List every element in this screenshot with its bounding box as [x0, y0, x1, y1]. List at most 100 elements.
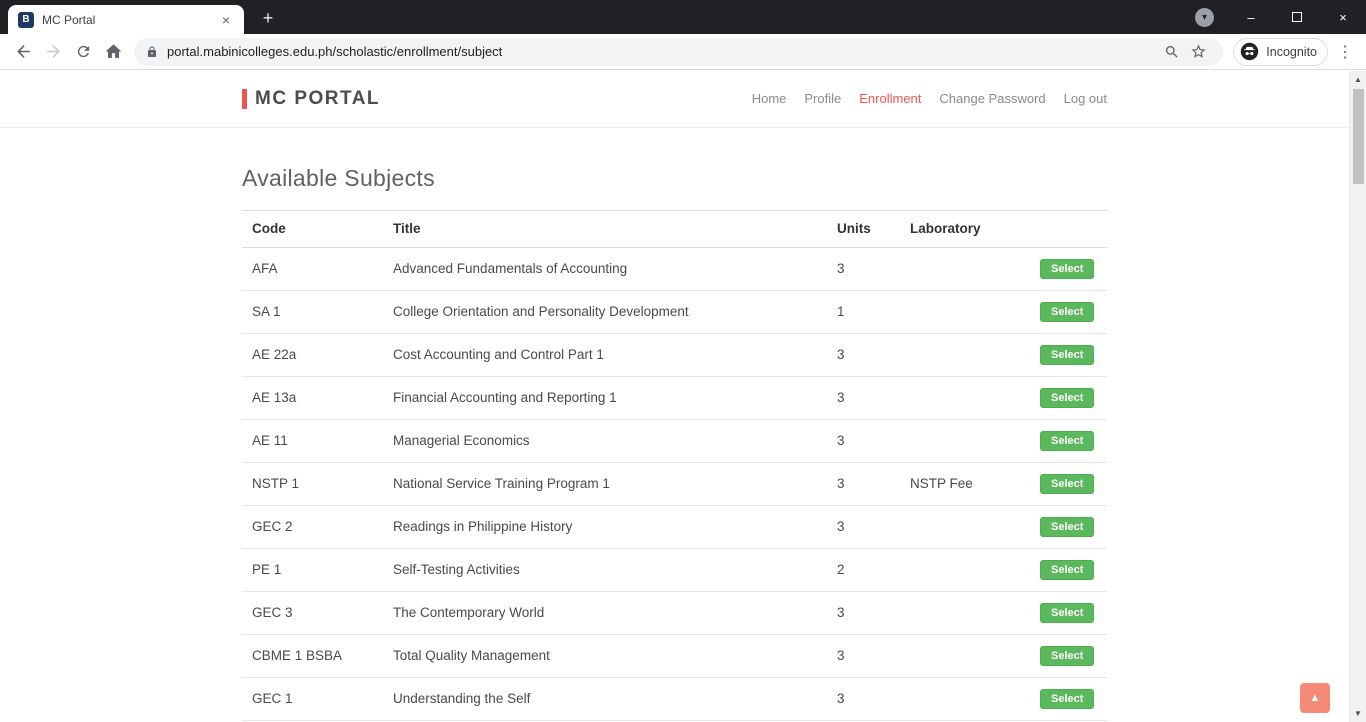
subject-units: 3 [837, 476, 845, 491]
subject-title: National Service Training Program 1 [393, 476, 610, 491]
table-row: SA 1 College Orientation and Personality … [242, 291, 1107, 334]
forward-button[interactable] [38, 37, 68, 67]
select-button[interactable]: Select [1040, 603, 1095, 623]
back-button[interactable] [8, 37, 38, 67]
subject-laboratory [900, 344, 1030, 366]
subject-title: Advanced Fundamentals of Accounting [393, 261, 628, 276]
incognito-label: Incognito [1266, 44, 1317, 59]
table-row: NSTP 1 National Service Training Program … [242, 463, 1107, 506]
header-laboratory: Laboratory [910, 221, 981, 236]
select-cell: Select [1030, 291, 1107, 333]
nav-log-out[interactable]: Log out [1064, 91, 1107, 106]
zoom-button[interactable] [1159, 39, 1185, 65]
nav-home[interactable]: Home [752, 91, 787, 106]
back-icon [16, 45, 30, 58]
select-cell: Select [1030, 334, 1107, 376]
star-icon [1191, 44, 1206, 58]
back-to-top-button[interactable]: ▲ [1300, 683, 1330, 713]
subject-code: CBME 1 BSBA [252, 648, 343, 663]
page-scrollbar[interactable]: ▲ ▼ [1349, 71, 1366, 722]
nav-enrollment[interactable]: Enrollment [859, 91, 921, 106]
select-cell: Select [1030, 377, 1107, 419]
logo-bar-icon [242, 88, 247, 109]
incognito-icon [1241, 42, 1259, 61]
site-logo[interactable]: MC PORTAL [242, 88, 380, 110]
home-icon [105, 44, 121, 58]
select-cell: Select [1030, 420, 1107, 462]
subject-title: Financial Accounting and Reporting 1 [393, 390, 617, 405]
browser-menu-button[interactable]: ⋮ [1332, 42, 1358, 62]
refresh-button[interactable] [68, 37, 98, 67]
select-button[interactable]: Select [1040, 302, 1095, 322]
subject-units: 3 [837, 433, 845, 448]
minimize-button[interactable]: – [1228, 0, 1274, 34]
select-button[interactable]: Select [1040, 388, 1095, 408]
bookmark-star-button[interactable] [1185, 39, 1211, 65]
zoom-icon [1166, 45, 1178, 58]
subject-title: Cost Accounting and Control Part 1 [393, 347, 604, 362]
select-cell: Select [1030, 635, 1107, 677]
select-button[interactable]: Select [1040, 259, 1095, 279]
table-row: AE 11 Managerial Economics 3 Select [242, 420, 1107, 463]
incognito-badge[interactable]: Incognito [1233, 37, 1328, 66]
subject-laboratory [900, 516, 1030, 538]
nav-change-password[interactable]: Change Password [939, 91, 1045, 106]
subject-units: 3 [837, 390, 845, 405]
select-button[interactable]: Select [1040, 689, 1095, 709]
close-button[interactable]: × [1320, 0, 1366, 34]
select-button[interactable]: Select [1040, 517, 1095, 537]
select-button[interactable]: Select [1040, 345, 1095, 365]
select-cell: Select [1030, 463, 1107, 505]
table-row: PE 1 Self-Testing Activities 2 Select [242, 549, 1107, 592]
refresh-icon [77, 45, 89, 58]
new-tab-button[interactable]: + [256, 7, 280, 31]
subject-code: AE 22a [252, 347, 297, 362]
select-button[interactable]: Select [1040, 560, 1095, 580]
select-cell: Select [1030, 549, 1107, 591]
tab-close-icon[interactable]: × [218, 12, 234, 28]
subject-laboratory [900, 645, 1030, 667]
subject-code: NSTP 1 [252, 476, 300, 491]
browser-update-icon[interactable]: ▾ [1195, 7, 1214, 27]
table-header-row: Code Title Units Laboratory [242, 211, 1107, 248]
select-button[interactable]: Select [1040, 474, 1095, 494]
tab-favicon-icon: B [18, 11, 34, 28]
subject-code: PE 1 [252, 562, 282, 577]
subject-code: AFA [252, 261, 278, 276]
table-row: GEC 1 Understanding the Self 3 Select [242, 678, 1107, 721]
subject-code: GEC 1 [252, 691, 293, 706]
select-cell: Select [1030, 592, 1107, 634]
subject-units: 1 [837, 304, 845, 319]
home-button[interactable] [98, 37, 128, 67]
window-controls: ▾ – × [1195, 0, 1366, 34]
header-select [1030, 211, 1107, 247]
subject-title: Managerial Economics [393, 433, 530, 448]
subject-code: GEC 3 [252, 605, 293, 620]
subject-laboratory [900, 559, 1030, 581]
table-row: GEC 3 The Contemporary World 3 Select [242, 592, 1107, 635]
subject-laboratory [900, 688, 1030, 710]
scrollbar-down-icon[interactable]: ▼ [1350, 705, 1366, 722]
table-row: AE 13a Financial Accounting and Reporting… [242, 377, 1107, 420]
subject-units: 3 [837, 691, 845, 706]
scrollbar-thumb[interactable] [1353, 89, 1364, 184]
select-button[interactable]: Select [1040, 431, 1095, 451]
subject-units: 2 [837, 562, 845, 577]
subject-laboratory [900, 258, 1030, 280]
subject-units: 3 [837, 648, 845, 663]
subject-code: GEC 2 [252, 519, 293, 534]
nav-profile[interactable]: Profile [804, 91, 841, 106]
scrollbar-up-icon[interactable]: ▲ [1350, 71, 1366, 88]
browser-titlebar: B MC Portal × + ▾ – × [0, 0, 1366, 34]
maximize-button[interactable] [1274, 0, 1320, 34]
subject-title: The Contemporary World [393, 605, 545, 620]
url-bar[interactable]: portal.mabinicolleges.edu.ph/scholastic/… [134, 37, 1224, 66]
subject-laboratory [900, 602, 1030, 624]
url-text[interactable]: portal.mabinicolleges.edu.ph/scholastic/… [167, 44, 1159, 59]
header-units: Units [837, 221, 871, 236]
table-row: AE 22a Cost Accounting and Control Part 1… [242, 334, 1107, 377]
subject-code: AE 11 [252, 433, 288, 448]
browser-tab[interactable]: B MC Portal × [8, 5, 244, 34]
select-button[interactable]: Select [1040, 646, 1095, 666]
subject-title: Total Quality Management [393, 648, 550, 663]
